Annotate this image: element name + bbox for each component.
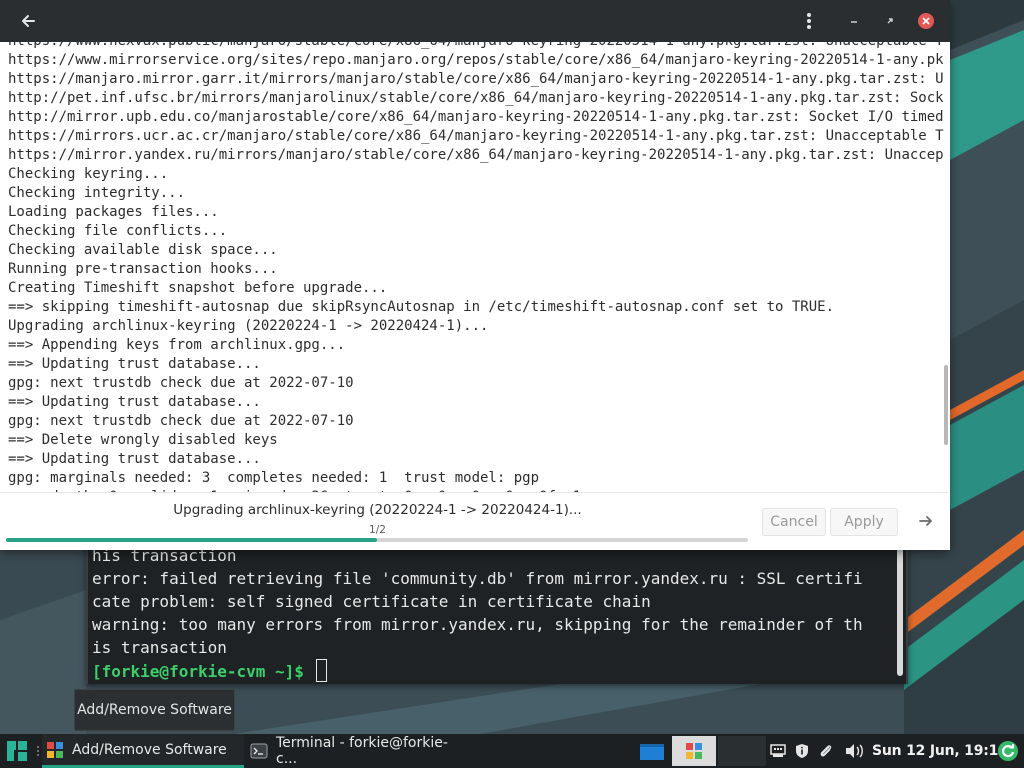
menu-button[interactable] [794,0,824,42]
pamac-icon [47,741,63,758]
terminal-line: cate problem: self signed certificate in… [92,592,651,611]
kebab-menu-icon [807,13,811,29]
details-log: https://www.nexvax.public/manjaro/stable… [8,42,944,492]
details-log-line: Checking integrity... [8,185,186,201]
transaction-details[interactable]: https://www.nexvax.public/manjaro/stable… [0,42,944,492]
pamac-window: https://www.nexvax.public/manjaro/stable… [0,0,950,550]
taskbar-tooltip: Add/Remove Software [74,689,235,731]
details-log-line: Loading packages files... [8,204,219,220]
details-log-line: Creating Timeshift snapshot before upgra… [8,280,388,296]
system-clock[interactable]: Sun 12 Jun, 19:14 [872,734,1008,768]
taskbar-grip-icon[interactable] [36,742,40,760]
details-log-line: Checking keyring... [8,166,169,182]
details-log-line: gpg: next trustdb check due at 2022-07-1… [8,413,354,429]
terminal-line: error: failed retrieving file 'community… [92,569,863,588]
tray-update-info[interactable] [792,734,812,768]
details-log-line: Checking available disk space... [8,242,278,258]
terminal-output: his transaction error: failed retrieving… [92,544,892,682]
details-scrollbar[interactable] [944,365,948,445]
details-log-line: Upgrading archlinux-keyring (20220224-1 … [8,318,489,334]
details-log-line: https://www.mirrorservice.org/sites/repo… [8,52,944,68]
application-menu-button[interactable] [0,734,34,768]
task-terminal[interactable]: Terminal - forkie@forkie-c... [246,734,466,768]
details-log-line: Running pre-transaction hooks... [8,261,278,277]
minimize-icon [851,21,857,23]
details-log-line: ==> Updating trust database... [8,356,261,372]
task-label: Add/Remove Software [72,741,227,758]
tray-clipboard[interactable] [816,734,836,768]
volume-icon [846,744,863,758]
details-log-line: gpg: next trustdb check due at 2022-07-1… [8,375,354,391]
back-button[interactable] [10,0,46,42]
progress-count: 1/2 [369,524,386,536]
terminal-line: is transaction [92,638,227,657]
update-notifier-button[interactable] [996,739,1020,763]
workspace-3[interactable] [718,736,766,766]
manjaro-logo-icon [4,738,30,764]
pamac-icon [686,743,702,759]
transaction-status-bar: Upgrading archlinux-keyring (20220224-1 … [0,494,950,550]
details-log-line: https://manjaro.mirror.garr.it/mirrors/m… [8,71,944,87]
details-log-line: ==> Delete wrongly disabled keys [8,432,278,448]
terminal-prompt-line[interactable]: [forkie@forkie-cvm ~]$ [92,659,892,682]
tray-volume[interactable] [842,734,866,768]
network-icon [770,744,786,757]
tray-network[interactable] [768,734,788,768]
terminal-cursor [315,659,327,682]
workspace-2[interactable] [672,736,716,766]
details-log-line: https://mirror.yandex.ru/mirrors/manjaro… [8,147,944,163]
details-log-line: http://pet.inf.ufsc.br/mirrors/manjaroli… [8,90,944,106]
terminal-line: warning: too many errors from mirror.yan… [92,615,863,634]
arrow-left-icon [22,15,35,27]
update-info-icon [796,744,808,758]
clipboard-icon [820,745,832,757]
cancel-button[interactable]: Cancel [762,508,826,536]
terminal-window[interactable]: his transaction error: failed retrieving… [86,540,908,684]
window-titlebar[interactable] [0,0,950,42]
details-log-line: gpg: marginals needed: 3 completes neede… [8,470,540,486]
progress-status-text: Upgrading archlinux-keyring (20220224-1 … [173,502,582,518]
details-log-line: ==> skipping timeshift-autosnap due skip… [8,299,835,315]
task-add-remove-software[interactable]: Add/Remove Software [42,734,244,768]
details-log-line: Checking file conflicts... [8,223,228,239]
details-separator [0,492,948,493]
details-log-line: ==> Updating trust database... [8,451,261,467]
details-log-line: http://mirror.upb.edu.co/manjarostable/c… [8,109,944,125]
terminal-scrollbar[interactable] [897,546,903,676]
details-log-line: https://www.nexvax.public/manjaro/stable… [8,42,944,51]
apply-button[interactable]: Apply [830,508,898,536]
maximize-button[interactable] [876,0,904,42]
terminal-icon [250,743,268,759]
arrow-right-icon [919,516,932,526]
close-button[interactable] [912,0,940,42]
workspace-window-icon [640,744,664,760]
taskbar: Add/Remove Software Terminal - forkie@fo… [0,734,1024,768]
details-log-line: ==> Appending keys from archlinux.gpg... [8,337,346,353]
details-log-line: ==> Updating trust database... [8,394,261,410]
close-icon [922,17,930,25]
minimize-button[interactable] [840,0,868,42]
task-label: Terminal - forkie@forkie-c... [276,735,448,767]
progress-bar [6,538,748,542]
workspace-1[interactable] [634,736,670,766]
maximize-icon [887,18,893,24]
update-notifier-icon [998,741,1018,761]
terminal-prompt: [forkie@forkie-cvm ~]$ [92,662,304,681]
details-toggle-button[interactable] [912,508,940,534]
details-log-line: https://mirrors.ucr.ac.cr/manjaro/stable… [8,128,944,144]
progress-bar-fill [6,538,377,542]
